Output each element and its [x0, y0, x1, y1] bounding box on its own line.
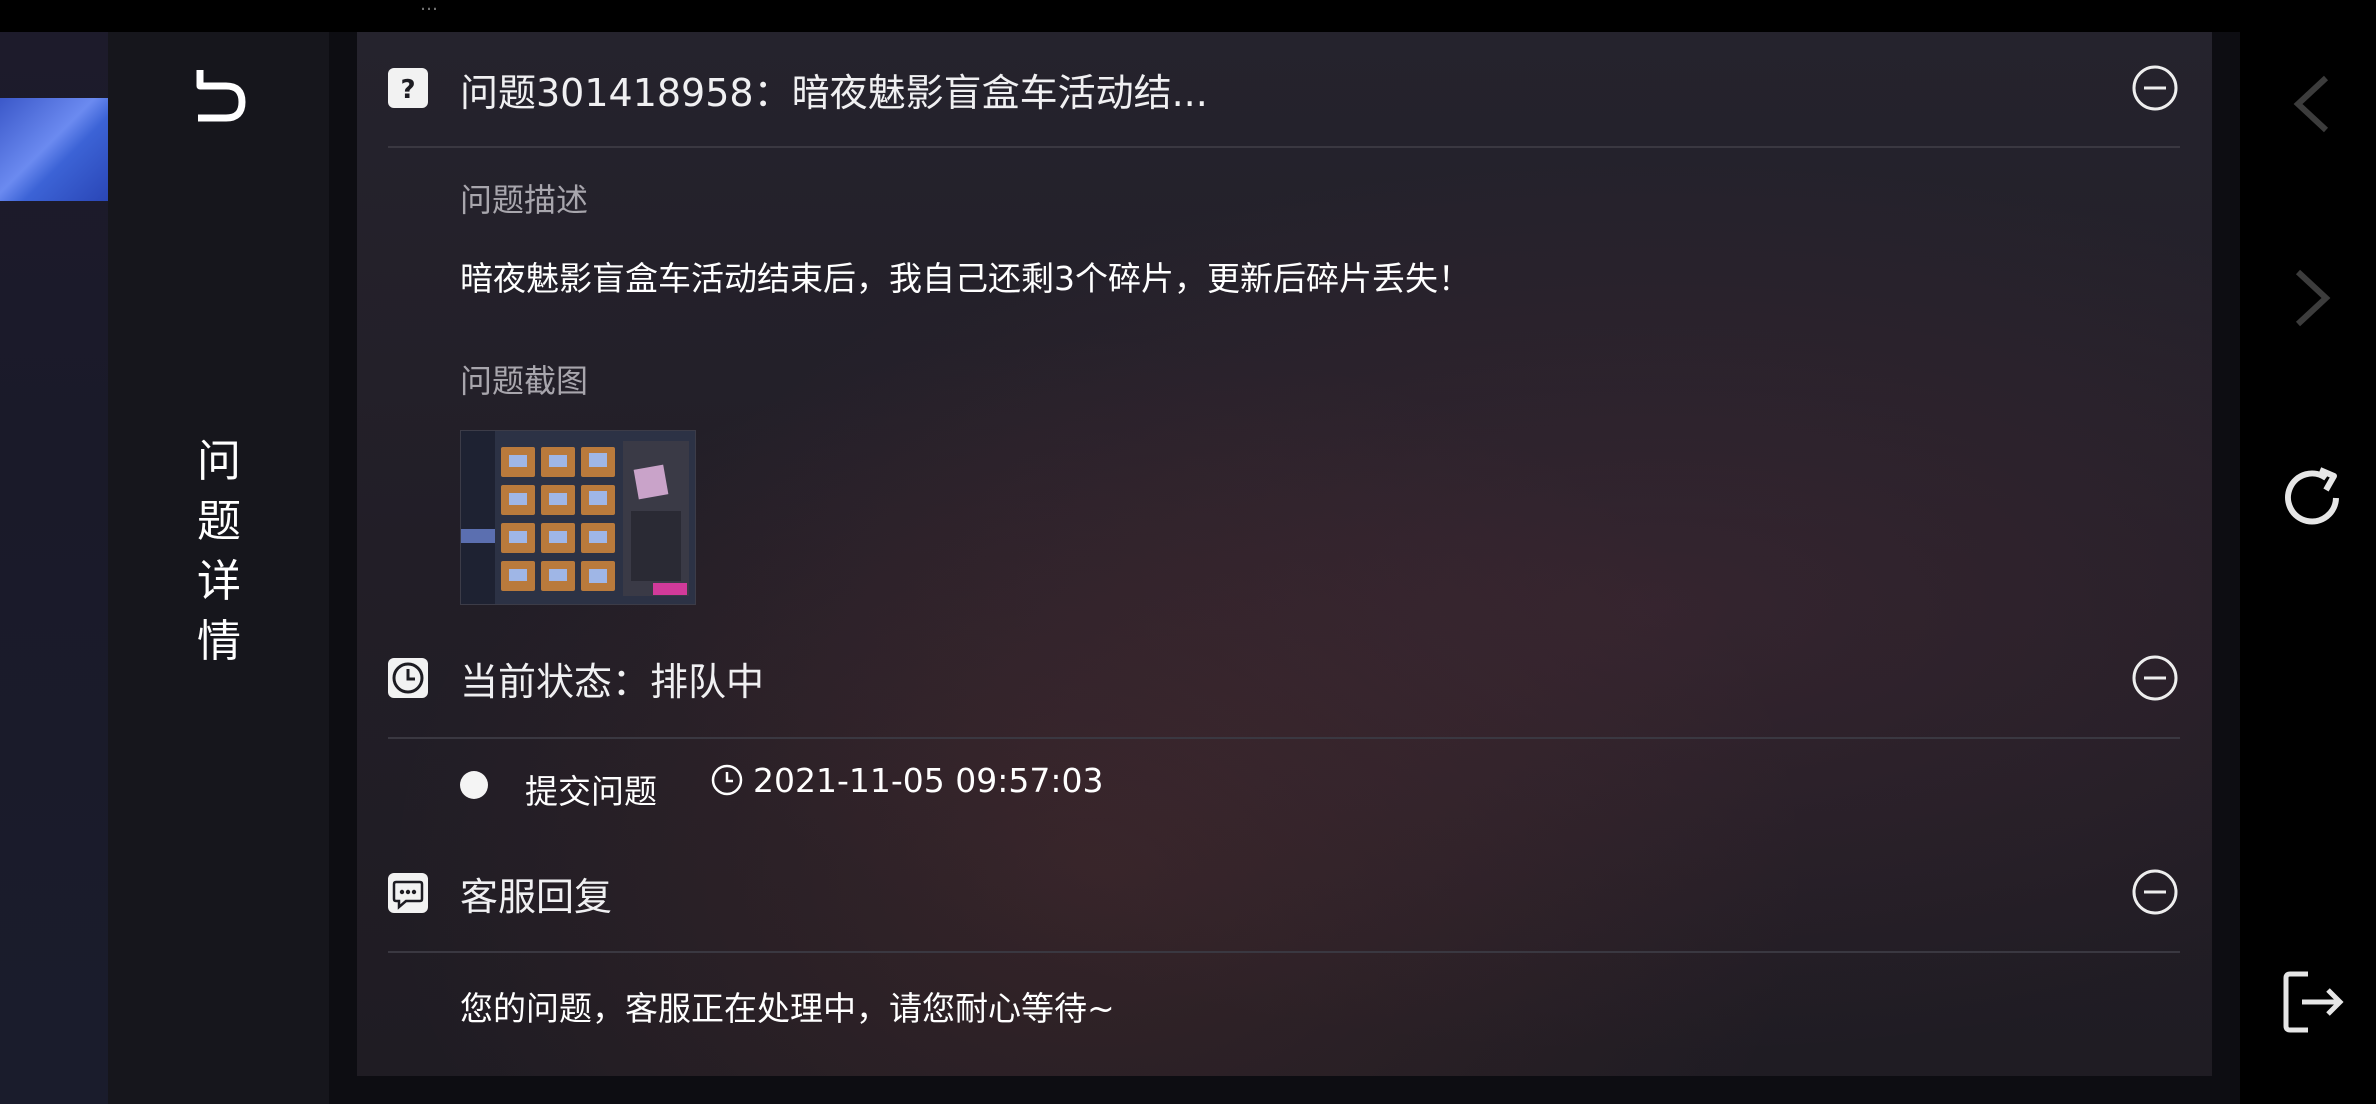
chevron-left-icon[interactable] — [2276, 68, 2348, 140]
reply-title: 客服回复 — [460, 875, 613, 919]
timeline-dot — [460, 771, 488, 799]
screenshot-label: 问题截图 — [460, 362, 589, 400]
clock-icon — [388, 658, 428, 698]
page-title-char: 题 — [197, 496, 241, 547]
right-navigation — [2240, 32, 2376, 1104]
clock-icon — [709, 762, 745, 798]
minus-circle-icon[interactable] — [2131, 654, 2179, 702]
back-arrow-icon[interactable] — [182, 56, 254, 128]
description-label: 问题描述 — [460, 181, 589, 219]
reply-message: 您的问题，客服正在处理中，请您耐心等待~ — [460, 989, 1115, 1028]
left-tab-thumbnail[interactable] — [0, 98, 108, 201]
detail-panel: ? 问题301418958：暗夜魅影盲盒车活动结... 问题描述 暗夜魅影盲盒车… — [357, 32, 2212, 1076]
divider — [388, 146, 2180, 148]
status-bar-fragment: … — [420, 0, 438, 15]
page-title: 问 题 详 情 — [194, 432, 244, 672]
divider — [388, 737, 2180, 739]
minus-circle-icon[interactable] — [2131, 64, 2179, 112]
chat-bubble-icon — [388, 873, 428, 913]
title-column: 问 题 详 情 — [108, 32, 329, 1104]
left-strip — [0, 32, 108, 1104]
question-title: 问题301418958：暗夜魅影盲盒车活动结... — [460, 71, 1208, 115]
question-screenshot[interactable] — [460, 430, 696, 605]
svg-text:?: ? — [400, 75, 415, 105]
question-mark-icon: ? — [388, 68, 428, 108]
description-text: 暗夜魅影盲盒车活动结束后，我自己还剩3个碎片，更新后碎片丢失！ — [460, 259, 1471, 298]
timeline-event-label: 提交问题 — [525, 772, 657, 811]
page-title-char: 情 — [197, 616, 241, 667]
chevron-right-icon[interactable] — [2276, 262, 2348, 334]
minus-circle-icon[interactable] — [2131, 868, 2179, 916]
page-title-char: 问 — [197, 436, 241, 487]
status-bar: … — [0, 0, 2376, 32]
timeline-timestamp: 2021-11-05 09:57:03 — [753, 761, 1104, 800]
refresh-icon[interactable] — [2276, 462, 2348, 534]
exit-icon[interactable] — [2276, 966, 2348, 1038]
divider — [388, 951, 2180, 953]
status-title: 当前状态：排队中 — [460, 660, 765, 704]
page-title-char: 详 — [197, 556, 241, 607]
